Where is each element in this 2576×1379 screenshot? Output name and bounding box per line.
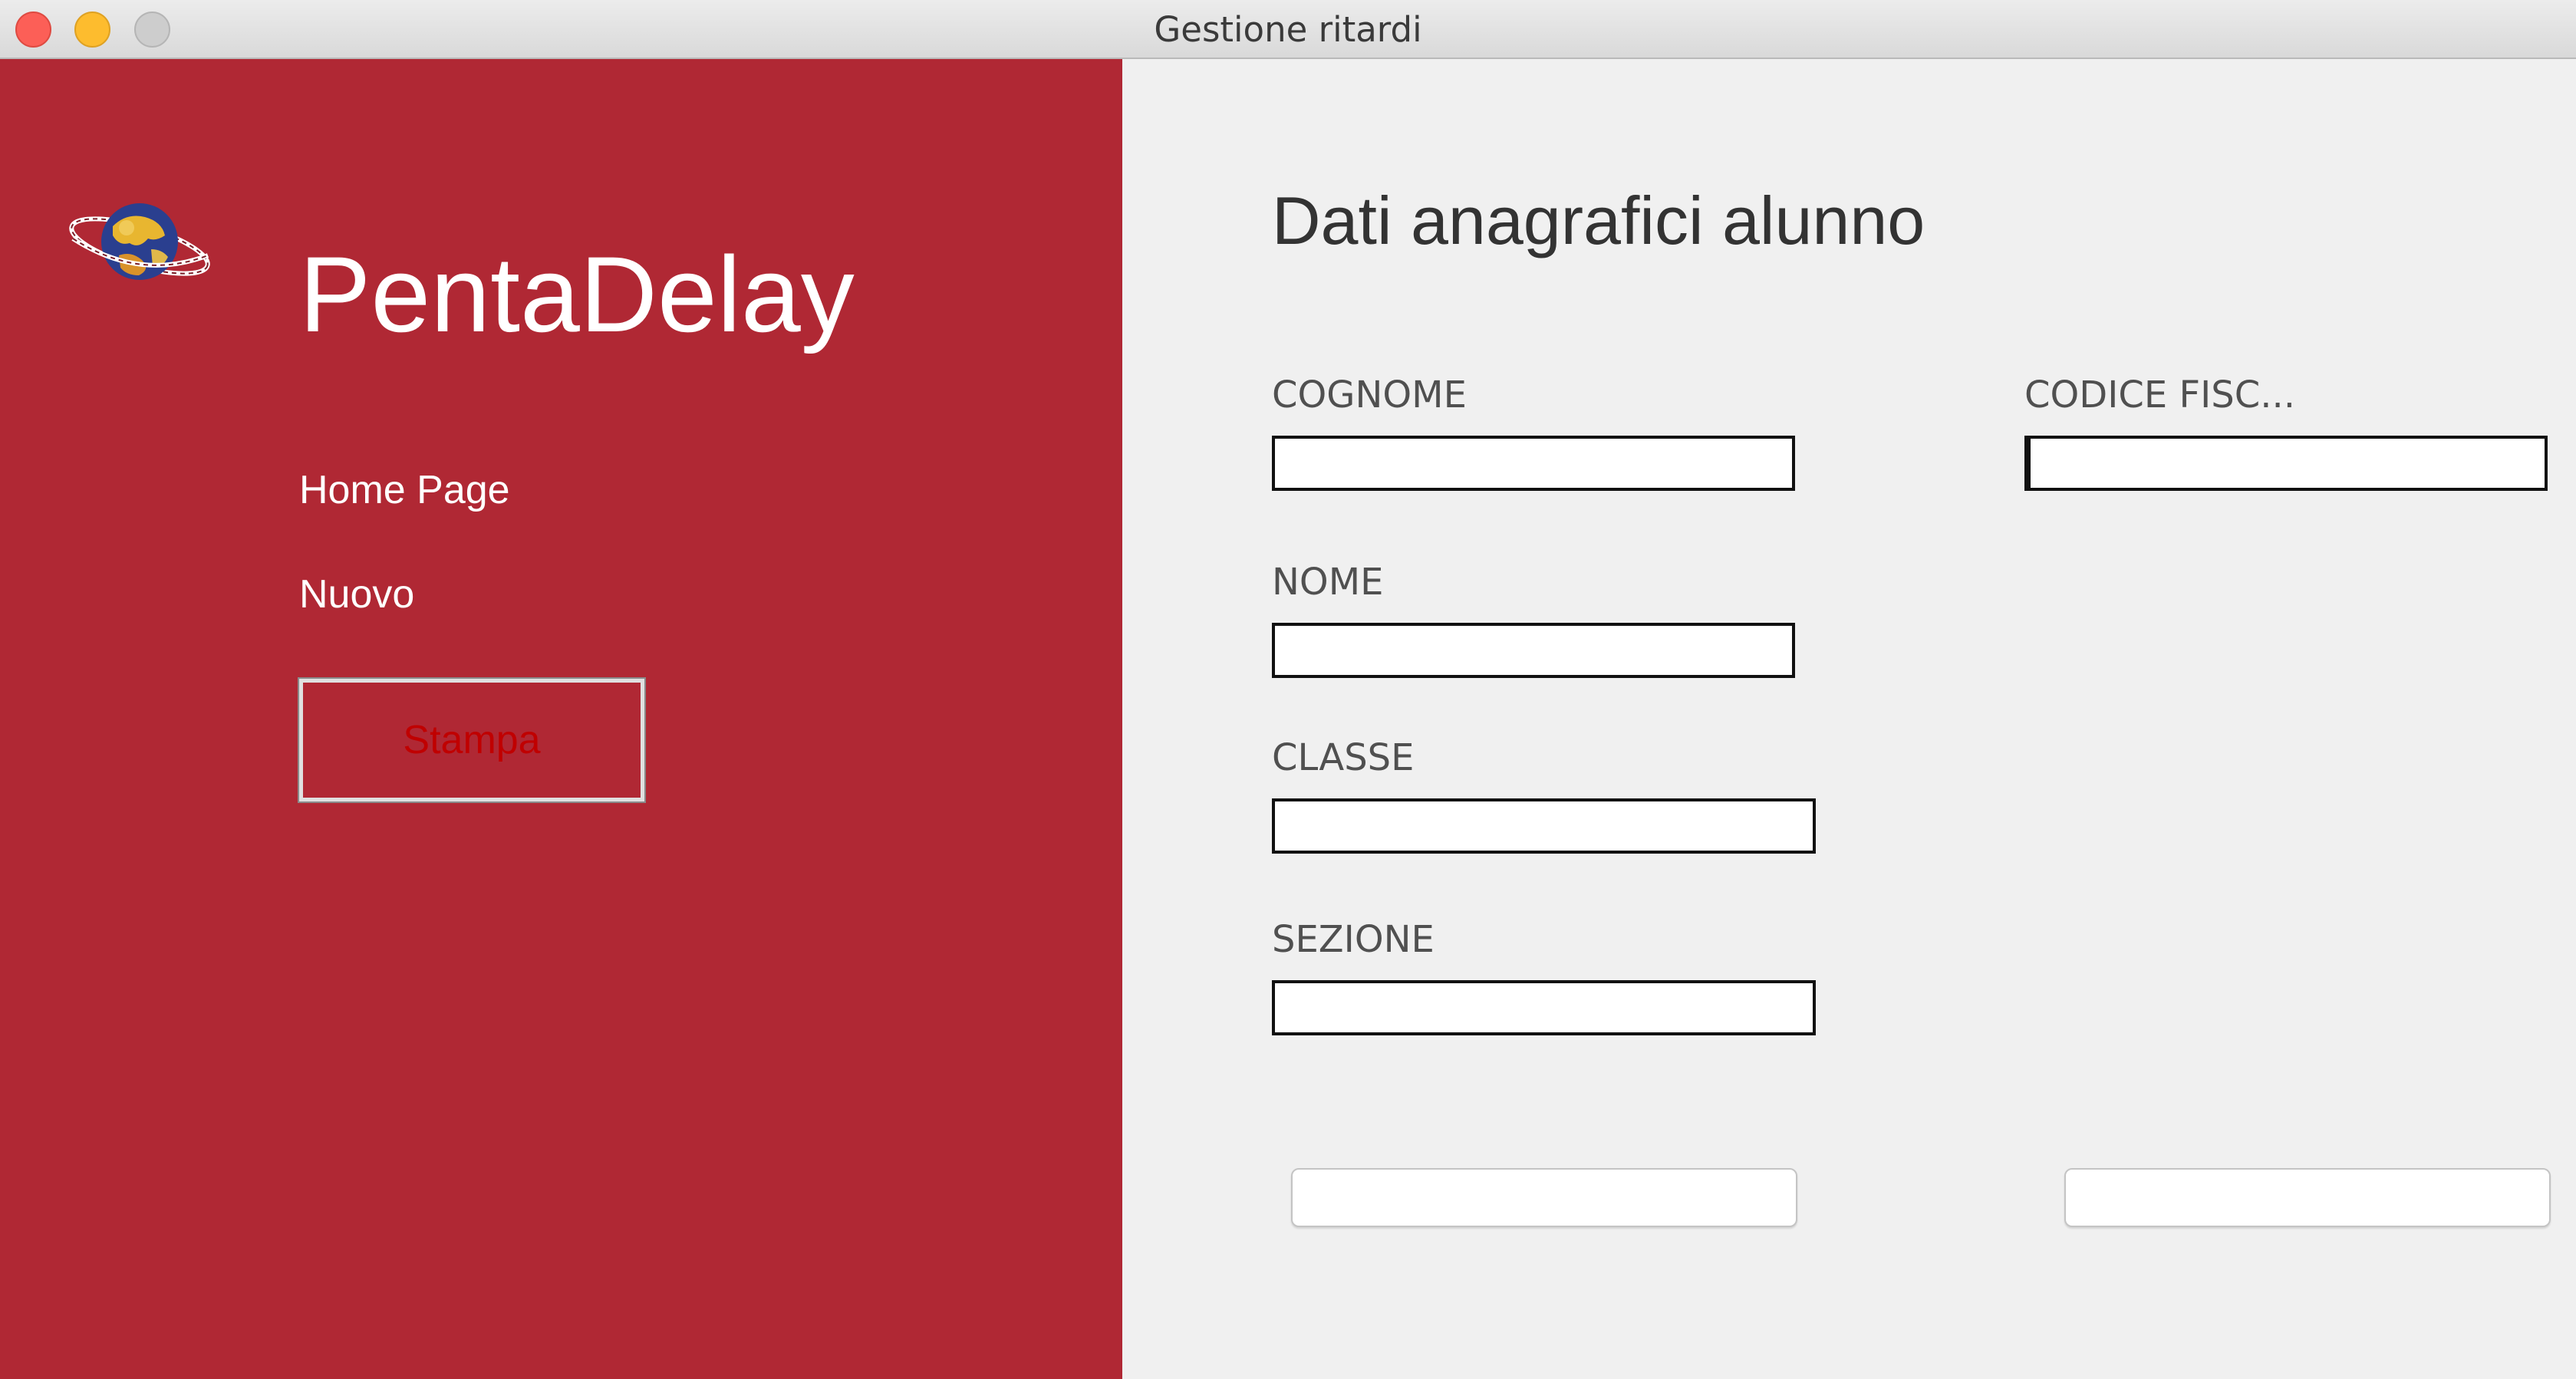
nav-home-page[interactable]: Home Page bbox=[299, 467, 510, 513]
sidebar: PentaDelay Home Page Nuovo Stampa bbox=[0, 59, 1122, 1379]
nome-field[interactable] bbox=[1272, 623, 1795, 678]
student-form-panel: Dati anagrafici alunno COGNOME CODICE FI… bbox=[1122, 59, 2576, 1379]
codice-fiscale-label: CODICE FISC... bbox=[2024, 374, 2296, 416]
codice-fiscale-field[interactable] bbox=[2024, 436, 2548, 491]
title-bar: Gestione ritardi bbox=[0, 0, 2576, 59]
window-title: Gestione ritardi bbox=[1154, 9, 1422, 50]
form-action-button-left[interactable] bbox=[1291, 1168, 1797, 1227]
sezione-label: SEZIONE bbox=[1272, 918, 1435, 961]
classe-label: CLASSE bbox=[1272, 736, 1415, 779]
sezione-field[interactable] bbox=[1272, 980, 1816, 1035]
nav-nuovo[interactable]: Nuovo bbox=[299, 571, 414, 617]
form-action-button-right[interactable] bbox=[2064, 1168, 2551, 1227]
planet-globe-icon bbox=[69, 203, 210, 280]
cognome-field[interactable] bbox=[1272, 436, 1795, 491]
print-button[interactable]: Stampa bbox=[298, 677, 646, 803]
nome-label: NOME bbox=[1272, 561, 1384, 604]
app-name: PentaDelay bbox=[299, 234, 855, 354]
classe-field[interactable] bbox=[1272, 798, 1816, 854]
cognome-label: COGNOME bbox=[1272, 374, 1467, 416]
app-window: Gestione ritardi PentaDelay Home Page Nu… bbox=[0, 0, 2576, 1379]
form-title: Dati anagrafici alunno bbox=[1272, 183, 1925, 258]
